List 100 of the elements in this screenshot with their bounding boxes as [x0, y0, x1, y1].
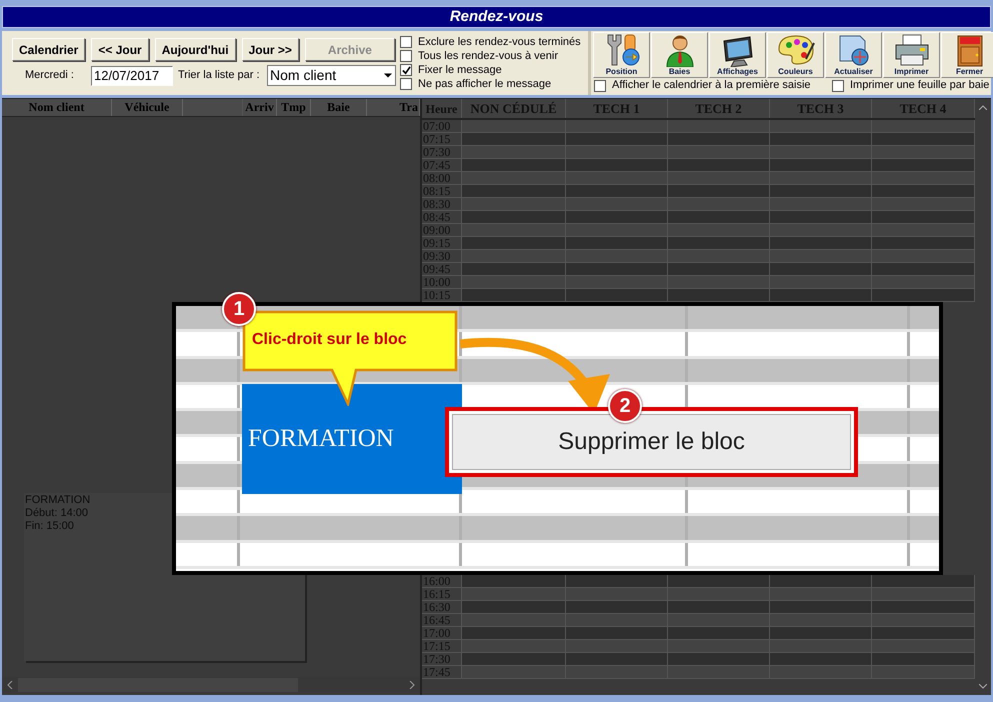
schedule-cell[interactable] [462, 237, 566, 250]
schedule-cell[interactable] [462, 224, 566, 237]
schedule-cell[interactable] [566, 601, 668, 614]
toolbar-button[interactable]: Aujourd'hui [154, 38, 236, 61]
schedule-cell[interactable] [566, 198, 668, 211]
schedule-cell[interactable] [872, 601, 975, 614]
schedule-cell[interactable] [668, 250, 770, 263]
schedule-cell[interactable] [872, 614, 975, 627]
schedule-cell[interactable] [770, 211, 872, 224]
checkbox[interactable] [594, 80, 606, 92]
date-field[interactable]: 12/07/2017 [91, 66, 173, 86]
schedule-cell[interactable] [872, 276, 975, 289]
checkbox[interactable] [832, 80, 844, 92]
schedule-cell[interactable] [462, 198, 566, 211]
schedule-cell[interactable] [566, 185, 668, 198]
schedule-cell[interactable] [872, 653, 975, 666]
schedule-cell[interactable] [872, 263, 975, 276]
schedule-cell[interactable] [566, 640, 668, 653]
schedule-cell[interactable] [462, 250, 566, 263]
schedule-cell[interactable] [462, 146, 566, 159]
schedule-cell[interactable] [668, 237, 770, 250]
schedule-cell[interactable] [462, 588, 566, 601]
schedule-cell[interactable] [668, 666, 770, 679]
schedule-cell[interactable] [462, 263, 566, 276]
schedule-cell[interactable] [668, 198, 770, 211]
schedule-cell[interactable] [566, 133, 668, 146]
schedule-cell[interactable] [566, 263, 668, 276]
schedule-cell[interactable] [770, 146, 872, 159]
schedule-cell[interactable] [462, 276, 566, 289]
schedule-cell[interactable] [668, 627, 770, 640]
schedule-cell[interactable] [872, 250, 975, 263]
schedule-cell[interactable] [566, 575, 668, 588]
tool-button[interactable]: Affichages [709, 32, 766, 78]
schedule-cell[interactable] [770, 276, 872, 289]
schedule-cell[interactable] [566, 666, 668, 679]
schedule-cell[interactable] [770, 237, 872, 250]
schedule-cell[interactable] [872, 172, 975, 185]
schedule-cell[interactable] [462, 640, 566, 653]
schedule-cell[interactable] [668, 614, 770, 627]
schedule-cell[interactable] [566, 237, 668, 250]
schedule-cell[interactable] [668, 601, 770, 614]
schedule-cell[interactable] [566, 276, 668, 289]
schedule-cell[interactable] [872, 120, 975, 133]
toolbar-button[interactable]: Jour >> [242, 38, 299, 61]
schedule-cell[interactable] [668, 159, 770, 172]
schedule-cell[interactable] [566, 224, 668, 237]
tool-button[interactable]: Couleurs [767, 32, 824, 78]
schedule-cell[interactable] [566, 146, 668, 159]
schedule-cell[interactable] [770, 133, 872, 146]
sort-dropdown[interactable]: Nom client [267, 65, 396, 86]
schedule-cell[interactable] [770, 640, 872, 653]
checkbox[interactable] [400, 50, 412, 62]
schedule-cell[interactable] [872, 224, 975, 237]
tool-button[interactable]: Imprimer [883, 32, 940, 78]
schedule-cell[interactable] [770, 588, 872, 601]
schedule-cell[interactable] [668, 575, 770, 588]
schedule-cell[interactable] [872, 575, 975, 588]
schedule-cell[interactable] [462, 211, 566, 224]
schedule-cell[interactable] [566, 588, 668, 601]
schedule-cell[interactable] [668, 263, 770, 276]
schedule-cell[interactable] [566, 614, 668, 627]
schedule-cell[interactable] [462, 627, 566, 640]
schedule-cell[interactable] [770, 575, 872, 588]
schedule-cell[interactable] [872, 198, 975, 211]
schedule-cell[interactable] [462, 653, 566, 666]
schedule-cell[interactable] [872, 146, 975, 159]
schedule-cell[interactable] [770, 185, 872, 198]
toolbar-button[interactable]: << Jour [91, 38, 149, 61]
schedule-cell[interactable] [770, 172, 872, 185]
schedule-cell[interactable] [566, 159, 668, 172]
appointment-block[interactable]: FORMATION [242, 384, 462, 494]
schedule-cell[interactable] [770, 224, 872, 237]
checkbox[interactable] [400, 36, 412, 48]
tool-button[interactable]: Baies [651, 32, 708, 78]
schedule-cell[interactable] [770, 198, 872, 211]
schedule-cell[interactable] [462, 120, 566, 133]
menu-item[interactable]: Supprimer le bloc [452, 414, 851, 470]
schedule-cell[interactable] [462, 601, 566, 614]
schedule-cell[interactable] [872, 627, 975, 640]
schedule-cell[interactable] [872, 237, 975, 250]
schedule-cell[interactable] [770, 653, 872, 666]
schedule-cell[interactable] [770, 666, 872, 679]
schedule-cell[interactable] [668, 133, 770, 146]
schedule-cell[interactable] [668, 172, 770, 185]
tool-button[interactable]: Fermer [941, 32, 993, 78]
schedule-cell[interactable] [462, 289, 566, 302]
schedule-cell[interactable] [566, 653, 668, 666]
schedule-cell[interactable] [872, 289, 975, 302]
schedule-cell[interactable] [770, 601, 872, 614]
schedule-cell[interactable] [462, 172, 566, 185]
schedule-cell[interactable] [462, 185, 566, 198]
schedule-cell[interactable] [566, 120, 668, 133]
schedule-cell[interactable] [668, 640, 770, 653]
schedule-cell[interactable] [872, 588, 975, 601]
schedule-cell[interactable] [462, 159, 566, 172]
schedule-cell[interactable] [462, 575, 566, 588]
schedule-cell[interactable] [872, 211, 975, 224]
schedule-cell[interactable] [872, 185, 975, 198]
schedule-cell[interactable] [770, 289, 872, 302]
schedule-cell[interactable] [566, 289, 668, 302]
